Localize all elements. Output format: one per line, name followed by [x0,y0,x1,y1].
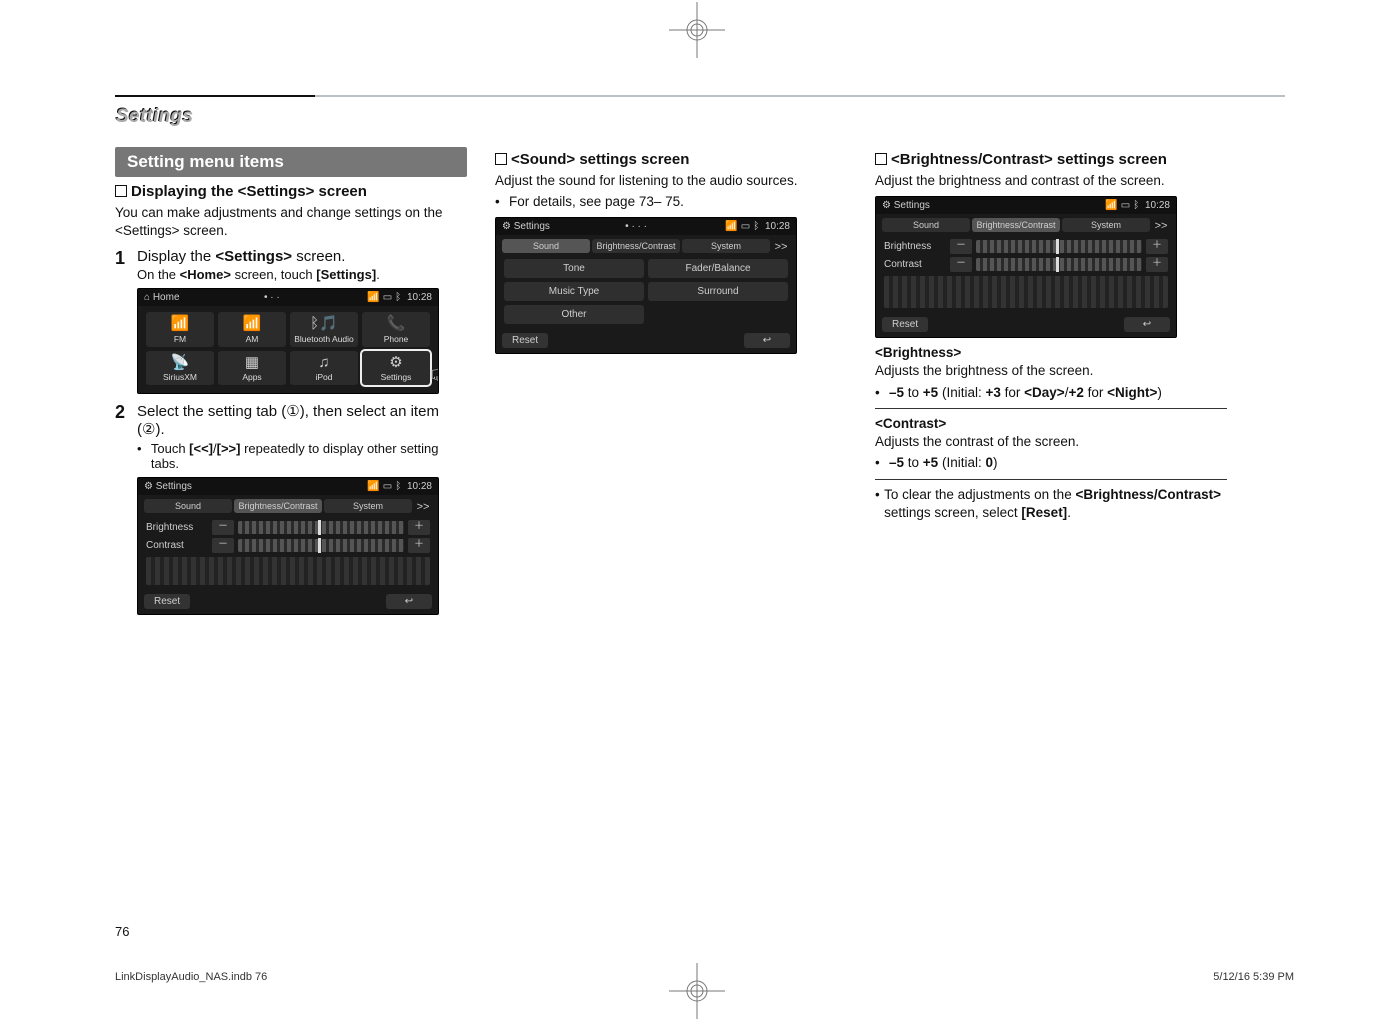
btn-tone: Tone [504,259,644,278]
square-bullet-icon [495,153,507,165]
screenshot-home: ⌂ Home • · · 📶▭ᛒ 10:28 📶FM📶AMᛒ🎵Bluetooth… [137,288,439,394]
footer-filename: LinkDisplayAudio_NAS.indb 76 [115,971,267,983]
section-title: Settings Settings [115,105,192,127]
back-icon: ↩ [1124,317,1170,332]
btn-other: Other [504,305,644,324]
page-number: 76 [115,924,129,939]
column-3: <Brightness/Contrast> settings screen Ad… [875,147,1227,615]
btn-fader-balance: Fader/Balance [648,259,788,278]
square-bullet-icon [875,153,887,165]
back-icon: ↩ [744,333,790,348]
step-2-bullet: •Touch [<<]/[>>] repeatedly to display o… [137,441,467,471]
tab-sound: Sound [502,239,590,253]
step-2: 2 Select the setting tab (①), then selec… [115,402,467,471]
step-number: 2 [115,402,137,471]
tap-hand-icon: ☟ [431,365,439,391]
reset-button-in-shot: Reset [502,333,548,348]
column-2: <Sound> settings screen Adjust the sound… [495,147,847,615]
bc-para: Adjust the brightness and contrast of th… [875,172,1227,190]
header-rule [115,95,1285,97]
home-cell-fm: 📶FM [146,312,214,347]
subheading-brightness-contrast: <Brightness/Contrast> settings screen [875,151,1227,168]
btn-surround: Surround [648,282,788,301]
home-cell-apps: ▦Apps [218,351,286,386]
reset-button-in-shot: Reset [882,317,928,332]
home-icon: ⌂ [144,292,150,303]
row-brightness: Brightness－＋ [146,520,430,535]
manual-page: Settings Settings Setting menu items Dis… [0,0,1394,1027]
tabs-next-icon: >> [414,499,432,513]
contrast-range: •–5 to +5 (Initial: 0) [875,454,1227,472]
home-cell-settings: ⚙Settings [362,351,430,386]
tab-system: System [682,239,770,253]
column-1: Setting menu items Displaying the <Setti… [115,147,467,615]
tab-sound: Sound [882,218,970,232]
home-cell-ipod: ♫iPod [290,351,358,386]
signal-icon: 📶 [367,292,379,303]
home-cell-phone: 📞Phone [362,312,430,347]
screenshot-tabs-callouts: ⚙ Settings 📶▭ᛒ 10:28 Sound Brightness/Co… [137,477,439,615]
row-contrast: Contrast－＋ [146,538,430,553]
sound-details-bullet: •For details, see page 73– 75. [495,193,847,211]
row-brightness: Brightness－＋ [884,239,1168,254]
home-cell-am: 📶AM [218,312,286,347]
intro-text: You can make adjustments and change sett… [115,204,467,240]
registration-mark-bottom [667,961,727,1021]
brightness-range: •–5 to +5 (Initial: +3 for <Day>/+2 for … [875,384,1227,402]
step-1: 1 Display the <Settings> screen. On the … [115,248,467,282]
row-contrast: Contrast－＋ [884,257,1168,272]
bluetooth-icon: ᛒ [395,292,401,303]
section-heading-box: Setting menu items [115,147,467,177]
plus-icon: ＋ [408,520,430,535]
screenshot-brightness-contrast: ⚙ Settings 📶▭ᛒ 10:28 Sound Brightness/Co… [875,196,1177,338]
battery-icon: ▭ [383,292,392,303]
brightness-heading: <Brightness> [875,344,1227,362]
footer-date: 5/12/16 5:39 PM [1213,971,1294,983]
tab-brightness-contrast: Brightness/Contrast [234,499,322,513]
contrast-heading: <Contrast> [875,415,1227,433]
step-1-sub: On the <Home> screen, touch [Settings]. [137,267,467,282]
btn-music-type: Music Type [504,282,644,301]
clear-note: •To clear the adjustments on the <Bright… [875,486,1227,522]
screenshot-sound-settings: ⚙ Settings • · · · 📶▭ᛒ 10:28 Sound Brigh… [495,217,797,354]
home-cell-bluetooth-audio: ᛒ🎵Bluetooth Audio [290,312,358,347]
tab-system: System [324,499,412,513]
brightness-text: Adjusts the brightness of the screen. [875,362,1227,380]
subheading-sound-settings: <Sound> settings screen [495,151,847,168]
content-columns: Setting menu items Displaying the <Setti… [115,147,1294,615]
reset-button-in-shot: Reset [144,594,190,609]
tab-system: System [1062,218,1150,232]
subheading-displaying-settings: Displaying the <Settings> screen [115,183,467,200]
step-number: 1 [115,248,137,282]
back-icon: ↩ [386,594,432,609]
square-bullet-icon [115,185,127,197]
home-cell-siriusxm: 📡SiriusXM [146,351,214,386]
sound-para: Adjust the sound for listening to the au… [495,172,847,190]
minus-icon: － [212,520,234,535]
tab-sound: Sound [144,499,232,513]
registration-mark-top [667,0,727,60]
tab-brightness-contrast: Brightness/Contrast [592,239,680,253]
contrast-text: Adjusts the contrast of the screen. [875,433,1227,451]
tab-brightness-contrast: Brightness/Contrast [972,218,1060,232]
